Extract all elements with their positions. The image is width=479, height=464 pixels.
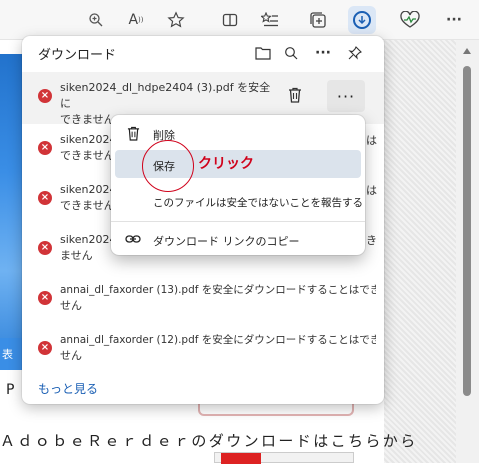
download-item[interactable]: × annai_dl_faxorder (13).pdf を安全にダウンロードす… [22,274,384,324]
download-filename-tail: は [366,134,377,147]
download-status: せん [60,349,82,362]
zoom-icon[interactable] [84,8,108,32]
read-aloud-icon[interactable]: A)) [124,8,148,32]
error-icon: × [38,241,52,255]
collections-icon[interactable] [306,8,330,32]
favorites-list-icon[interactable] [258,8,282,32]
background-banner [0,40,22,370]
favorite-icon[interactable] [164,8,188,32]
scroll-up-icon[interactable] [463,48,471,54]
background-thumbnail [214,452,354,464]
search-icon[interactable] [280,42,302,64]
download-status: せん [60,299,82,312]
download-arrow-icon [353,11,371,29]
download-filename: siken2024_dl_hdpe2404 (3).pdf を安全に [60,81,271,110]
download-filename: annai_dl_faxorder (12).pdf を安全にダウンロードするこ… [60,334,376,346]
menu-item-copy-link[interactable]: ダウンロード リンクのコピー [115,225,361,253]
more-options-icon[interactable]: ··· [312,42,334,64]
item-more-button[interactable]: ··· [327,80,365,112]
background-letter: P [6,382,15,398]
pin-icon[interactable] [344,42,366,64]
download-item[interactable]: × annai_dl_faxorder (12).pdf を安全にダウンロードす… [22,324,384,374]
menu-divider [111,221,365,222]
adobe-reader-link-text[interactable]: ＡｄｏｂｅＲｅｒｄｅｒのダウンロードはこちらから [0,430,418,451]
download-filename: annai_dl_faxorder (13).pdf を安全にダウンロードするこ… [60,284,376,296]
background-red-button[interactable] [198,402,354,416]
background-pattern [384,40,456,463]
menu-item-label: このファイルは安全ではないことを報告する [153,197,363,209]
see-more-link[interactable]: もっと見る [38,380,98,397]
delete-icon[interactable] [284,84,306,106]
scroll-thumb[interactable] [463,66,471,396]
browser-toolbar: A)) ··· [0,0,479,40]
download-item-text: annai_dl_faxorder (12).pdf を安全にダウンロードするこ… [60,332,376,364]
browser-essentials-icon[interactable] [398,8,422,32]
error-icon: × [38,291,52,305]
annotation-label: クリック [198,156,254,172]
error-icon: × [38,341,52,355]
downloads-icon[interactable] [348,6,376,34]
background-strip [0,40,22,54]
menu-item-report-unsafe[interactable]: このファイルは安全ではないことを報告する [115,187,363,215]
error-icon: × [38,191,52,205]
link-icon [125,231,141,247]
download-filename-tail: は [366,184,377,197]
annotation-circle [142,140,194,192]
more-glyph: ··· [446,12,462,28]
item-more-glyph: ··· [336,86,356,106]
menu-item-delete[interactable]: 削除 [115,119,361,147]
page-scrollbar[interactable] [456,40,479,463]
more-icon[interactable]: ··· [442,8,466,32]
open-folder-icon[interactable] [252,42,274,64]
menu-item-label: ダウンロード リンクのコピー [153,235,300,248]
error-icon: × [38,141,52,155]
more-options-glyph: ··· [315,45,331,61]
split-screen-icon[interactable] [218,8,242,32]
read-aloud-glyph: A [128,12,139,28]
background-tab-label: 表 [2,348,13,361]
error-icon: × [38,89,52,103]
download-item-text: annai_dl_faxorder (13).pdf を安全にダウンロードするこ… [60,282,376,314]
delete-icon [125,125,141,141]
download-context-menu: 削除 保存 このファイルは安全ではないことを報告する ダウンロード リンクのコピ… [111,115,365,255]
download-filename-tail: き [366,234,377,247]
downloads-title: ダウンロード [38,48,117,63]
